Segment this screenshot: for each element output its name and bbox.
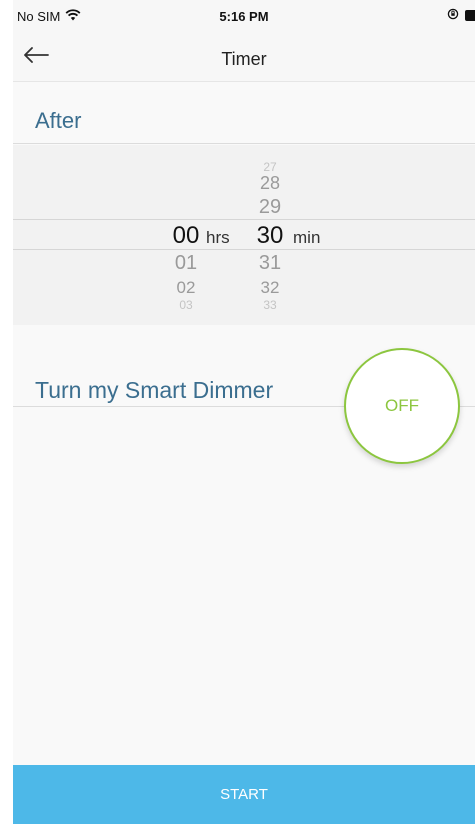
- on-off-toggle[interactable]: OFF: [344, 348, 460, 464]
- hours-option[interactable]: 03: [163, 298, 209, 312]
- picker-selection-bottom: [13, 249, 475, 250]
- start-button-label: START: [220, 786, 268, 803]
- minutes-option[interactable]: 33: [247, 298, 293, 312]
- hours-option[interactable]: 01: [163, 252, 209, 275]
- minutes-option[interactable]: 27: [247, 160, 293, 174]
- toggle-state-label: OFF: [385, 396, 419, 415]
- start-button[interactable]: START: [13, 765, 475, 824]
- battery-icon: [465, 10, 475, 21]
- after-label: After: [35, 108, 82, 133]
- time-picker[interactable]: 00 01 02 03 hrs 27 28 29 30 31 32 33 min: [13, 145, 475, 325]
- clock: 5:16 PM: [219, 9, 269, 24]
- dimmer-label: Turn my Smart Dimmer: [35, 377, 274, 403]
- after-divider: [13, 143, 475, 144]
- minutes-unit: min: [293, 228, 321, 247]
- hours-column[interactable]: 00 01 02 03: [163, 145, 209, 325]
- status-bar: No SIM 5:16 PM: [13, 0, 475, 34]
- hours-unit: hrs: [206, 228, 230, 247]
- minutes-option[interactable]: 32: [247, 278, 293, 298]
- minutes-option[interactable]: 31: [247, 252, 293, 275]
- status-right-group: [447, 8, 475, 23]
- minutes-column[interactable]: 27 28 29 30 31 32 33: [247, 145, 293, 325]
- minutes-option[interactable]: 29: [247, 196, 293, 219]
- minutes-option[interactable]: 28: [247, 173, 293, 194]
- hours-option[interactable]: 02: [163, 278, 209, 298]
- minutes-selected: 30: [256, 222, 284, 249]
- page-title: Timer: [221, 49, 267, 69]
- timer-screen: No SIM 5:16 PM Timer After 00 01 02 03 h…: [13, 0, 475, 824]
- hours-selected: 00: [172, 222, 200, 249]
- nav-bar: Timer: [13, 34, 475, 82]
- orientation-lock-icon: [447, 8, 459, 23]
- picker-selection-top: [13, 219, 475, 220]
